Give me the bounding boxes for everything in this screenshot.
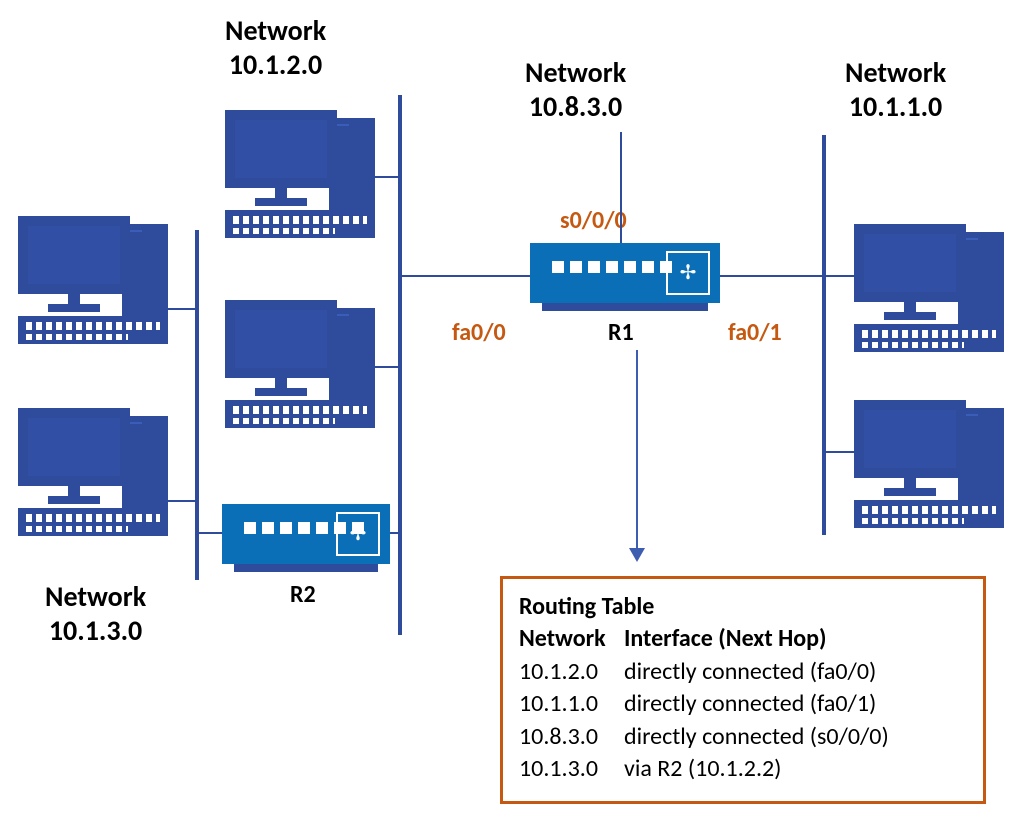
routing-table-columns: NetworkInterface (Next Hop)	[519, 623, 967, 655]
pc-icon	[225, 300, 375, 435]
link-line	[168, 500, 195, 502]
router-r1-icon: ✢	[530, 243, 720, 303]
link-line	[620, 132, 622, 243]
router-symbol-icon: ✢	[336, 512, 380, 556]
pc-icon	[18, 408, 168, 543]
route-network: 10.8.3.0	[519, 721, 624, 753]
table-row: 10.8.3.0directly connected (s0/0/0)	[519, 721, 967, 753]
route-nexthop: via R2 (10.1.2.2)	[624, 754, 781, 783]
router-r1-label: R1	[608, 318, 634, 347]
link-line	[402, 275, 530, 277]
link-line	[390, 532, 400, 534]
network-10-8-3-0-label: Network 10.8.3.0	[525, 56, 626, 123]
segment-10-1-3-0	[195, 230, 199, 580]
route-network: 10.1.3.0	[519, 753, 624, 785]
interface-s0-0-0: s0/0/0	[560, 206, 627, 235]
pc-icon	[18, 216, 168, 351]
interface-fa0-0: fa0/0	[452, 318, 506, 347]
link-line	[168, 308, 195, 310]
table-row: 10.1.1.0directly connected (fa0/1)	[519, 688, 967, 720]
col-network: Network	[519, 623, 624, 655]
route-nexthop: directly connected (fa0/0)	[624, 657, 876, 686]
route-network: 10.1.1.0	[519, 688, 624, 720]
network-title-1: Network	[225, 13, 326, 48]
segment-10-1-1-0	[822, 135, 826, 535]
link-line	[375, 176, 400, 178]
pc-icon	[854, 400, 1004, 535]
network-ip-3: 10.1.1.0	[849, 89, 942, 124]
route-network: 10.1.2.0	[519, 656, 624, 688]
col-nexthop: Interface (Next Hop)	[624, 624, 826, 653]
link-line	[720, 275, 824, 277]
network-diagram: Network 10.1.2.0 Network 10.8.3.0 Networ…	[0, 0, 1024, 821]
network-ip-4: 10.1.3.0	[49, 613, 142, 648]
router-symbol-icon: ✢	[666, 251, 710, 295]
network-title-4: Network	[45, 579, 146, 614]
network-title-2: Network	[525, 55, 626, 90]
network-title-3: Network	[845, 55, 946, 90]
link-line	[826, 451, 854, 453]
network-ip-1: 10.1.2.0	[229, 47, 322, 82]
table-row: 10.1.3.0via R2 (10.1.2.2)	[519, 753, 967, 785]
pc-icon	[854, 224, 1004, 359]
arrow-to-routing-table	[636, 350, 638, 560]
routing-table-title: Routing Table	[519, 591, 967, 623]
route-nexthop: directly connected (s0/0/0)	[624, 722, 889, 751]
router-r2-label: R2	[290, 580, 316, 609]
pc-icon	[225, 110, 375, 245]
route-nexthop: directly connected (fa0/1)	[624, 689, 876, 718]
network-ip-2: 10.8.3.0	[529, 89, 622, 124]
network-10-1-2-0-label: Network 10.1.2.0	[225, 14, 326, 81]
link-line	[826, 275, 854, 277]
routing-table: Routing Table NetworkInterface (Next Hop…	[500, 576, 986, 804]
link-line	[199, 532, 222, 534]
network-10-1-3-0-label: Network 10.1.3.0	[45, 580, 146, 647]
table-row: 10.1.2.0directly connected (fa0/0)	[519, 656, 967, 688]
interface-fa0-1: fa0/1	[728, 318, 782, 347]
link-line	[375, 366, 400, 368]
network-10-1-1-0-label: Network 10.1.1.0	[845, 56, 946, 123]
router-r2-icon: ✢	[222, 504, 390, 564]
